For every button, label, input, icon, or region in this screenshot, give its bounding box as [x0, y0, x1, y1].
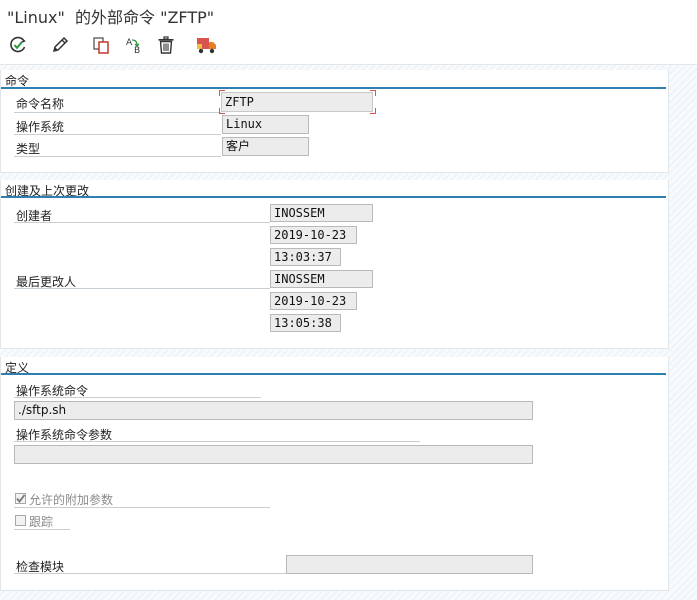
rename-icon: A B [124, 35, 144, 58]
rename-icon-letter-a: A [126, 38, 133, 48]
checkmark-icon [16, 494, 26, 503]
check-button[interactable] [7, 35, 29, 57]
allow-params-label: 允许的附加参数 [29, 493, 114, 507]
rename-button[interactable]: A B [123, 35, 145, 57]
toolbar: A B [0, 30, 697, 65]
type-field[interactable]: 客户 [222, 137, 309, 156]
created-by-field[interactable]: INOSSEM [270, 204, 373, 222]
command-name-field[interactable]: ZFTP [221, 92, 373, 112]
os-label: 操作系统 [16, 120, 65, 134]
definition-section: 定义 操作系统命令 ./sftp.sh 操作系统命令参数 允许的附加参数 跟踪 … [0, 357, 669, 591]
os-params-field[interactable] [14, 445, 533, 464]
type-label: 类型 [16, 142, 41, 156]
transport-truck-icon [196, 35, 218, 58]
trash-icon [156, 35, 176, 58]
delete-button[interactable] [155, 35, 177, 57]
command-section-divider [1, 87, 666, 89]
history-section-divider [1, 196, 666, 198]
rename-icon-letter-b: B [134, 46, 140, 55]
created-time-field[interactable]: 13:03:37 [270, 248, 341, 266]
allow-params-checkbox[interactable] [15, 493, 26, 504]
command-name-label: 命令名称 [16, 97, 65, 111]
os-command-field[interactable]: ./sftp.sh [14, 401, 533, 420]
pencil-icon [50, 35, 70, 58]
check-module-field[interactable] [286, 555, 533, 574]
created-date-field[interactable]: 2019-10-23 [270, 226, 357, 244]
title-bar: "Linux" 的外部命令 "ZFTP" [0, 0, 697, 30]
changed-date-field[interactable]: 2019-10-23 [270, 292, 357, 310]
command-section: 命令 命令名称 ZFTP 操作系统 Linux 类型 客户 [0, 70, 669, 173]
os-field[interactable]: Linux [222, 115, 309, 134]
copy-button[interactable] [90, 35, 112, 57]
changed-time-field[interactable]: 13:05:38 [270, 314, 341, 332]
window-title: "Linux" 的外部命令 "ZFTP" [7, 8, 215, 27]
copy-icon [91, 35, 111, 58]
definition-section-divider [1, 373, 666, 375]
changed-by-field[interactable]: INOSSEM [270, 270, 373, 288]
history-section: 创建及上次更改 创建者 INOSSEM 2019-10-23 13:03:37 … [0, 180, 669, 349]
transport-button[interactable] [196, 35, 218, 57]
edit-button[interactable] [49, 35, 71, 57]
trace-label: 跟踪 [29, 515, 54, 529]
check-icon [8, 35, 28, 58]
trace-checkbox[interactable] [15, 515, 26, 526]
